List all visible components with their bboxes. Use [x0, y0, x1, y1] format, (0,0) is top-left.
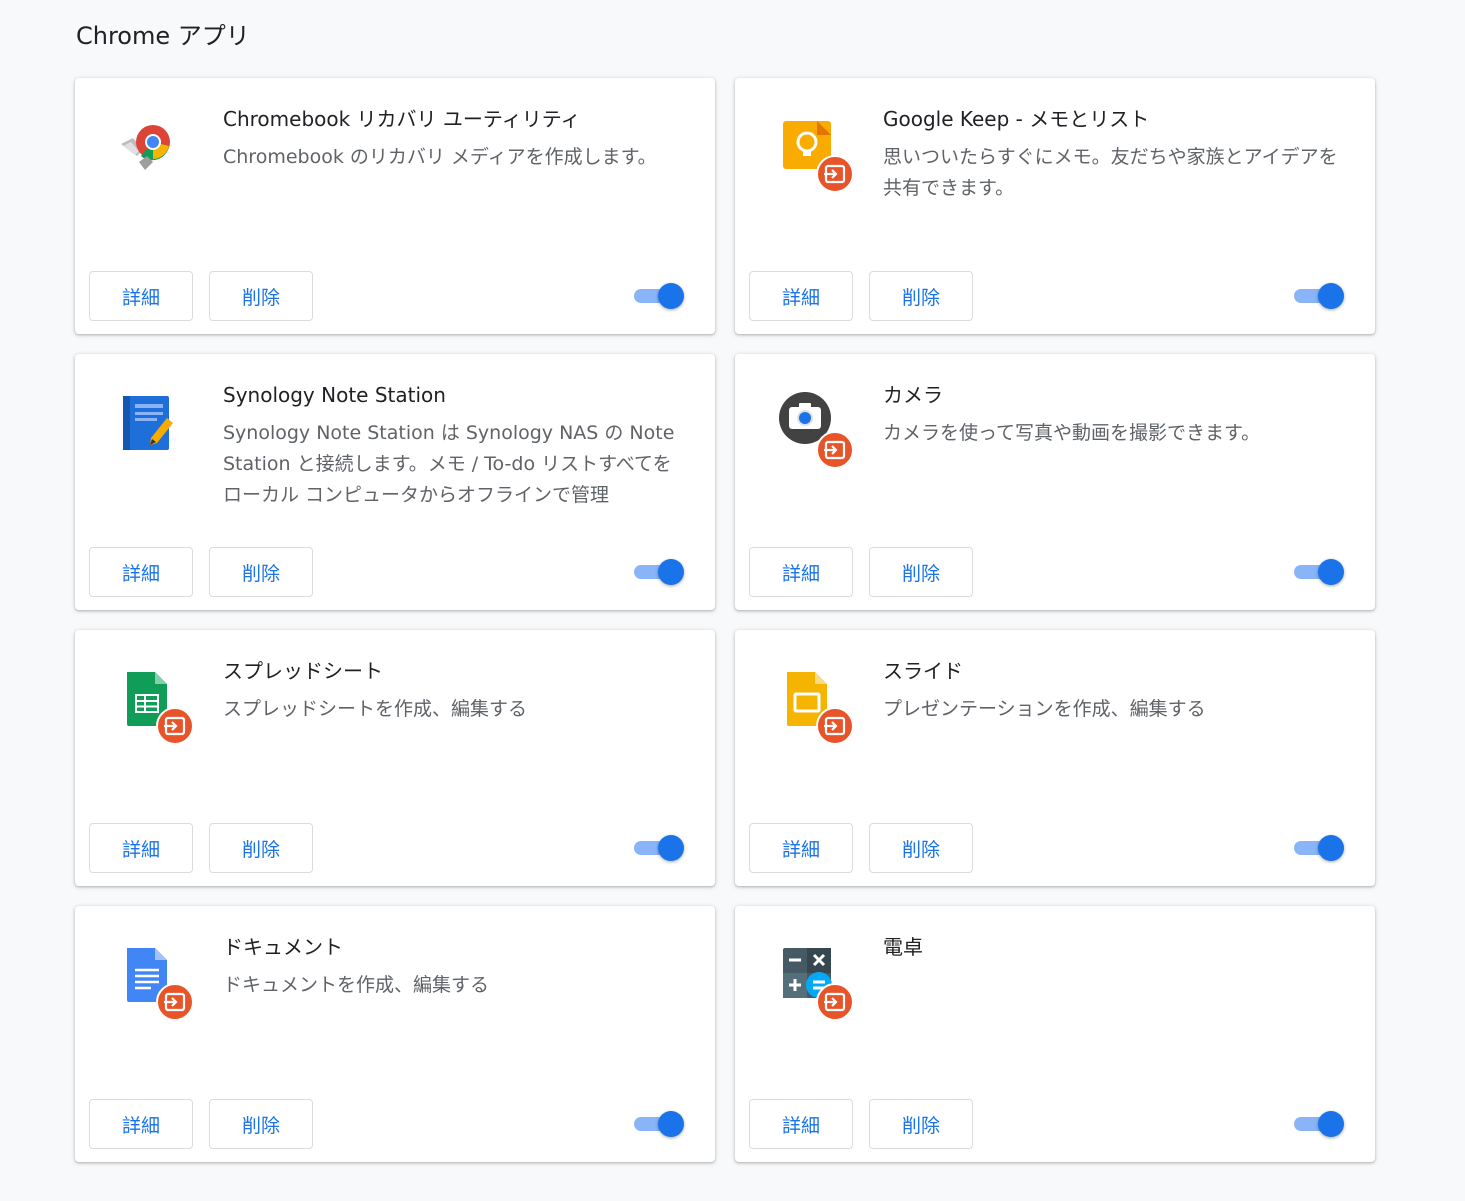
enable-toggle[interactable]: [1294, 834, 1346, 862]
app-card-synology-note-station: Synology Note Station Synology Note Stat…: [75, 354, 715, 610]
enable-toggle[interactable]: [1294, 282, 1346, 310]
app-name: 電卓: [883, 935, 923, 959]
calculator-icon: [777, 944, 854, 1021]
remove-button[interactable]: 削除: [869, 1099, 973, 1149]
details-button[interactable]: 詳細: [89, 823, 193, 873]
app-card-google-keep: Google Keep - メモとリスト 思いついたらすぐにメモ。友だちや家族と…: [735, 78, 1375, 334]
section-title: Chrome アプリ: [76, 22, 250, 50]
shortcut-badge-icon: [816, 983, 854, 1021]
chromebook-recovery-icon: [117, 116, 181, 180]
remove-button[interactable]: 削除: [209, 271, 313, 321]
app-description: 思いついたらすぐにメモ。友だちや家族とアイデアを共有できます。: [883, 146, 1338, 199]
camera-icon: [777, 392, 854, 469]
app-name: スライド: [883, 659, 963, 683]
remove-button[interactable]: 削除: [209, 823, 313, 873]
app-description: Synology Note Station は Synology NAS の N…: [223, 422, 675, 506]
app-name: カメラ: [883, 383, 943, 407]
shortcut-badge-icon: [816, 431, 854, 469]
slides-icon: [777, 668, 854, 745]
sheets-icon: [117, 668, 194, 745]
app-description: カメラを使って写真や動画を撮影できます。: [883, 422, 1261, 444]
details-button[interactable]: 詳細: [749, 271, 853, 321]
remove-button[interactable]: 削除: [869, 547, 973, 597]
enable-toggle[interactable]: [634, 1110, 686, 1138]
synology-note-station-icon: [117, 392, 181, 456]
app-card-slides: スライド プレゼンテーションを作成、編集する 詳細 削除: [735, 630, 1375, 886]
app-name: スプレッドシート: [223, 659, 383, 683]
details-button[interactable]: 詳細: [749, 1099, 853, 1149]
app-description: ドキュメントを作成、編集する: [223, 974, 490, 996]
details-button[interactable]: 詳細: [89, 1099, 193, 1149]
enable-toggle[interactable]: [1294, 558, 1346, 586]
app-card-sheets: スプレッドシート スプレッドシートを作成、編集する 詳細 削除: [75, 630, 715, 886]
shortcut-badge-icon: [816, 155, 854, 193]
app-grid: Chromebook リカバリ ユーティリティ Chromebook のリカバリ…: [75, 78, 1375, 1162]
remove-button[interactable]: 削除: [869, 823, 973, 873]
remove-button[interactable]: 削除: [209, 547, 313, 597]
remove-button[interactable]: 削除: [209, 1099, 313, 1149]
app-description: Chromebook のリカバリ メディアを作成します。: [223, 146, 657, 168]
details-button[interactable]: 詳細: [749, 547, 853, 597]
enable-toggle[interactable]: [634, 834, 686, 862]
docs-icon: [117, 944, 194, 1021]
app-name: Google Keep - メモとリスト: [883, 107, 1150, 131]
app-name: Synology Note Station: [223, 383, 446, 407]
details-button[interactable]: 詳細: [89, 547, 193, 597]
details-button[interactable]: 詳細: [89, 271, 193, 321]
app-name: Chromebook リカバリ ユーティリティ: [223, 107, 581, 131]
app-card-camera: カメラ カメラを使って写真や動画を撮影できます。 詳細 削除: [735, 354, 1375, 610]
app-name: ドキュメント: [223, 935, 343, 959]
shortcut-badge-icon: [156, 983, 194, 1021]
details-button[interactable]: 詳細: [749, 823, 853, 873]
enable-toggle[interactable]: [634, 282, 686, 310]
app-description: スプレッドシートを作成、編集する: [223, 698, 528, 720]
shortcut-badge-icon: [156, 707, 194, 745]
app-card-docs: ドキュメント ドキュメントを作成、編集する 詳細 削除: [75, 906, 715, 1162]
enable-toggle[interactable]: [1294, 1110, 1346, 1138]
enable-toggle[interactable]: [634, 558, 686, 586]
app-description: プレゼンテーションを作成、編集する: [883, 698, 1206, 720]
shortcut-badge-icon: [816, 707, 854, 745]
app-card-calculator: 電卓 詳細 削除: [735, 906, 1375, 1162]
app-card-chromebook-recovery: Chromebook リカバリ ユーティリティ Chromebook のリカバリ…: [75, 78, 715, 334]
remove-button[interactable]: 削除: [869, 271, 973, 321]
google-keep-icon: [777, 116, 854, 193]
